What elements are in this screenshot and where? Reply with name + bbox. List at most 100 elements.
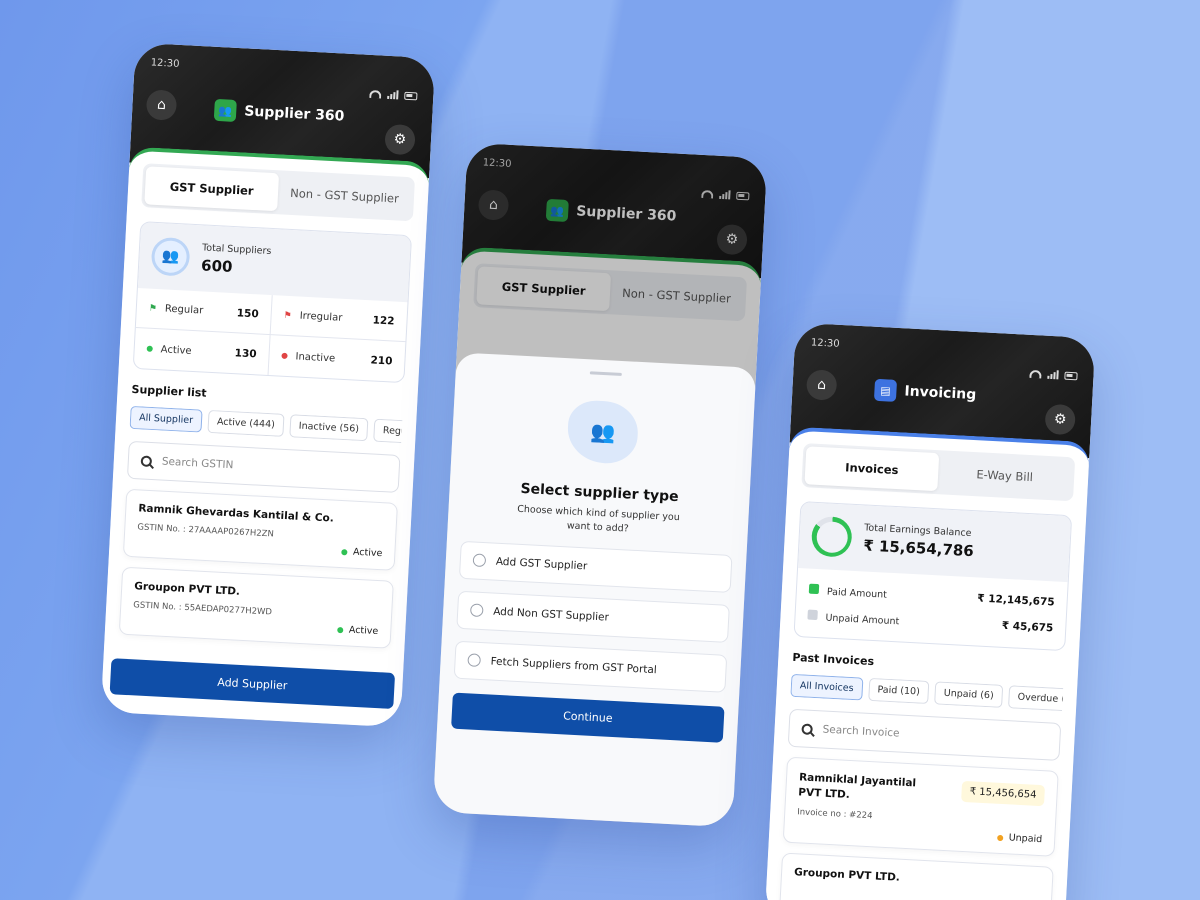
stat-regular: ⚑ Regular 150 [135,288,273,336]
stat-value: 130 [234,347,257,361]
invoice-client-name: Ramniklal Jayantilal PVT LTD. [798,771,917,801]
home-icon: ⌂ [156,96,167,114]
app-title: Invoicing [904,383,977,404]
chip-unpaid[interactable]: Unpaid (6) [934,681,1004,708]
search-icon [140,454,153,467]
chip-paid[interactable]: Paid (10) [867,677,930,705]
green-dot-icon [146,345,153,352]
tab-invoices[interactable]: Invoices [804,446,940,492]
invoice-logo-icon: ▤ [873,378,898,402]
content-sheet: GST Supplier Non - GST Supplier 👥 Total … [100,146,430,728]
radio-icon [467,653,481,667]
filter-chips: All Supplier Active (444) Inactive (56) … [129,405,403,444]
app-title: Supplier 360 [243,103,345,125]
gear-icon: ⚙ [393,131,407,148]
unpaid-value: ₹ 45,675 [1001,619,1054,635]
earnings-value: ₹ 15,654,786 [862,536,975,561]
invoice-filter-chips: All Invoices Paid (10) Unpaid (6) Overdu… [790,673,1064,712]
invoice-number: Invoice no : #224 [796,807,873,822]
supplier-card[interactable]: Ramnik Ghevardas Kantilal & Co. GSTIN No… [122,488,399,571]
chip-inactive[interactable]: Inactive (56) [289,414,369,442]
settings-button[interactable]: ⚙ [384,123,416,156]
red-flag-icon: ⚑ [283,310,293,321]
home-button[interactable]: ⌂ [805,369,838,401]
option-add-non-gst-supplier[interactable]: Add Non GST Supplier [456,590,730,643]
total-suppliers-value: 600 [200,256,233,276]
invoice-tabs: Invoices E-Way Bill [801,443,1076,502]
stat-active: Active 130 [133,328,271,376]
search-invoice-input[interactable]: Search Invoice [787,708,1062,761]
search-placeholder: Search GSTIN [161,455,234,472]
modal-subtitle: Choose which kind of supplier you want t… [516,503,681,535]
phone-invoicing: 12:30 ⌂ ▤ Invoicing ⚙ Invoices E-Way Bil… [764,322,1096,900]
status-icons [369,89,418,100]
stat-label: Inactive [295,350,336,364]
search-placeholder: Search Invoice [822,723,900,740]
search-gstin-input[interactable]: Search GSTIN [126,440,401,493]
phone-supplier-list: 12:30 ⌂ 👥 Supplier 360 ⚙ GST Supplier No… [100,42,436,728]
earnings-breakdown: Paid Amount ₹ 12,145,675 Unpaid Amount ₹… [795,568,1068,650]
status-text: Unpaid [1008,832,1043,846]
brand: ▤ Invoicing [873,378,977,406]
supplier-type-tabs: GST Supplier Non - GST Supplier [141,163,416,222]
tab-eway-bill[interactable]: E-Way Bill [937,453,1072,498]
add-supplier-button[interactable]: Add Supplier [109,658,396,709]
drag-handle[interactable] [589,371,622,376]
invoice-card[interactable]: Groupon PVT LTD. [778,852,1054,900]
status-text: Active [352,546,383,560]
tab-non-gst-supplier[interactable]: Non - GST Supplier [277,173,412,218]
supplier-gstin: GSTIN No. : 55AEDAP0277H2WD [133,600,273,618]
status-time: 12:30 [810,337,840,350]
paid-legend-icon [808,583,820,594]
phone-select-supplier-type: 12:30 ⌂ 👥 Supplier 360 ⚙ GST Supplier No… [432,142,768,828]
home-button[interactable]: ⌂ [145,89,178,121]
content-sheet: Invoices E-Way Bill Total Earnings Balan… [764,426,1091,900]
supplier-list-title: Supplier list [131,382,207,400]
signal-icon [1047,370,1059,380]
active-dot-icon [336,626,344,633]
signal-icon [387,90,399,100]
past-invoices-title: Past Invoices [792,650,875,669]
total-suppliers-label: Total Suppliers [201,242,272,257]
stat-value: 210 [370,354,393,368]
invoice-client-name: Groupon PVT LTD. [793,866,901,884]
stat-value: 122 [372,313,395,328]
unpaid-label: Unpaid Amount [825,612,900,627]
chip-all-invoices[interactable]: All Invoices [790,673,864,701]
chip-active[interactable]: Active (444) [207,409,285,437]
settings-button[interactable]: ⚙ [1044,403,1076,436]
search-icon [801,722,813,735]
select-supplier-modal: 👥 Select supplier type Choose which kind… [432,352,757,828]
users-icon: 👥 [150,236,191,277]
option-fetch-suppliers[interactable]: Fetch Suppliers from GST Portal [453,640,728,693]
continue-button[interactable]: Continue [451,692,725,743]
supplier-gstin: GSTIN No. : 27AAAAP0267H2ZN [137,522,275,540]
wifi-icon [1029,369,1042,378]
supplier-illustration-icon: 👥 [566,399,640,465]
chip-regular[interactable]: Regular [373,418,403,444]
gear-icon: ⚙ [1053,411,1067,428]
status-badge: Active [340,546,383,560]
option-add-gst-supplier[interactable]: Add GST Supplier [458,540,733,593]
stats-grid: ⚑ Regular 150 ⚑ Irregular 122 Active 130 I… [133,288,408,382]
unpaid-legend-icon [807,609,818,620]
supplier-card[interactable]: Groupon PVT LTD. GSTIN No. : 55AEDAP0277… [118,566,394,649]
status-time: 12:30 [150,57,180,70]
paid-value: ₹ 12,145,675 [977,592,1055,609]
supplier-logo-icon: 👥 [213,98,237,122]
tab-gst-supplier[interactable]: GST Supplier [144,166,280,212]
option-label: Add Non GST Supplier [492,605,610,624]
status-text: Active [348,624,379,638]
stat-value: 150 [236,306,260,320]
invoice-card[interactable]: Ramniklal Jayantilal PVT LTD. Invoice no… [782,756,1059,857]
brand: 👥 Supplier 360 [213,98,345,128]
chip-all-supplier[interactable]: All Supplier [129,405,203,433]
stat-label: Regular [164,303,204,317]
stat-label: Irregular [299,310,343,324]
stat-label: Active [160,343,192,357]
chip-overdue[interactable]: Overdue (2) [1008,685,1064,712]
status-badge: Unpaid [996,832,1042,845]
option-label: Add GST Supplier [495,555,588,572]
option-label: Fetch Suppliers from GST Portal [490,655,658,676]
wifi-icon [369,89,382,99]
